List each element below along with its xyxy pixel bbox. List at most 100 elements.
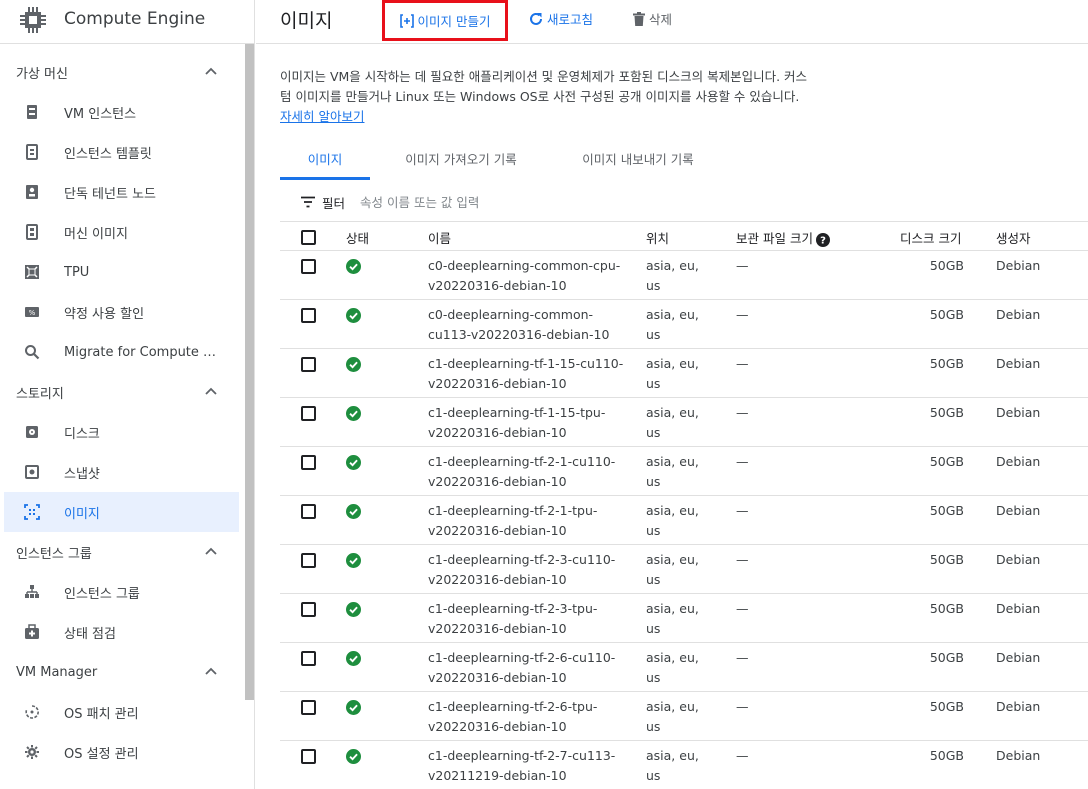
image-location: asia, eu, us	[646, 503, 699, 538]
sidebar-scrollbar[interactable]	[245, 44, 254, 700]
row-checkbox[interactable]	[301, 651, 316, 666]
image-name[interactable]: c1-deeplearning-tf-2-1-tpu-v20220316-deb…	[428, 501, 628, 541]
column-header-name[interactable]: 이름	[428, 228, 451, 247]
sidebar-section-instance-groups[interactable]: 인스턴스 그룹	[0, 532, 245, 572]
column-header-disk-size[interactable]: 디스크 크기	[900, 228, 961, 247]
table-row[interactable]: c1-deeplearning-tf-2-6-cu110-v20220316-d…	[280, 643, 1088, 692]
image-creator: Debian	[996, 699, 1041, 714]
committed-use-discount-icon: %	[25, 307, 39, 317]
image-location: asia, eu, us	[646, 748, 699, 783]
sidebar-section-label: 인스턴스 그룹	[16, 546, 92, 562]
column-header-archive-size[interactable]: 보관 파일 크기?	[736, 228, 830, 247]
image-archive-size: —	[736, 552, 749, 567]
status-ok-icon	[346, 455, 361, 476]
row-checkbox[interactable]	[301, 749, 316, 764]
sidebar-section-storage[interactable]: 스토리지	[0, 372, 245, 412]
image-name[interactable]: c1-deeplearning-tf-2-6-tpu-v20220316-deb…	[428, 697, 628, 737]
table-row[interactable]: c1-deeplearning-tf-2-3-tpu-v20220316-deb…	[280, 594, 1088, 643]
image-location: asia, eu, us	[646, 356, 699, 391]
image-name[interactable]: c1-deeplearning-tf-2-1-cu110-v20220316-d…	[428, 452, 628, 492]
sidebar-item-machine-images[interactable]: 머신 이미지	[0, 212, 245, 252]
sidebar-item-instance-templates[interactable]: 인스턴스 템플릿	[0, 132, 245, 172]
sidebar-item-os-patch[interactable]: OS 패치 관리	[0, 692, 245, 732]
tab-images[interactable]: 이미지	[280, 142, 370, 180]
column-header-status[interactable]: 상태	[346, 228, 369, 247]
table-row[interactable]: c1-deeplearning-tf-1-15-cu110-v20220316-…	[280, 349, 1088, 398]
sidebar-item-label: 단독 테넌트 노드	[64, 186, 156, 202]
row-checkbox[interactable]	[301, 602, 316, 617]
column-header-creator[interactable]: 생성자	[996, 228, 1031, 247]
chevron-up-icon[interactable]	[205, 67, 217, 75]
sidebar-item-disks[interactable]: 디스크	[0, 412, 245, 452]
refresh-button[interactable]: 새로고침	[528, 9, 593, 28]
sidebar-item-committed-use-discounts[interactable]: % 약정 사용 할인	[0, 292, 245, 332]
row-checkbox[interactable]	[301, 308, 316, 323]
column-header-location[interactable]: 위치	[646, 228, 669, 247]
delete-label: 삭제	[649, 12, 673, 27]
learn-more-link[interactable]: 자세히 알아보기	[280, 109, 364, 124]
sole-tenant-node-icon	[26, 185, 38, 199]
sidebar-item-snapshots[interactable]: 스냅샷	[0, 452, 245, 492]
chevron-up-icon[interactable]	[205, 387, 217, 395]
row-checkbox[interactable]	[301, 357, 316, 372]
image-name[interactable]: c1-deeplearning-tf-2-7-cu113-v20211219-d…	[428, 746, 628, 786]
help-icon[interactable]: ?	[815, 232, 830, 247]
row-checkbox[interactable]	[301, 553, 316, 568]
status-ok-icon	[346, 651, 361, 672]
image-name[interactable]: c1-deeplearning-tf-2-6-cu110-v20220316-d…	[428, 648, 628, 688]
table-row[interactable]: c1-deeplearning-tf-2-7-cu113-v20211219-d…	[280, 741, 1088, 789]
filter-icon[interactable]	[301, 196, 315, 208]
sidebar-item-label: TPU	[64, 264, 90, 280]
table-row[interactable]: c1-deeplearning-tf-1-15-tpu-v20220316-de…	[280, 398, 1088, 447]
image-location: asia, eu, us	[646, 650, 699, 685]
sidebar-item-label: 상태 점검	[64, 626, 116, 642]
image-archive-size: —	[736, 601, 749, 616]
sidebar-item-images[interactable]: 이미지	[4, 492, 239, 532]
table-row[interactable]: c1-deeplearning-tf-2-1-cu110-v20220316-d…	[280, 447, 1088, 496]
tab-import-history[interactable]: 이미지 가져오기 기록	[384, 142, 538, 180]
table-row[interactable]: c0-deeplearning-common-cu113-v20220316-d…	[280, 300, 1088, 349]
disk-icon	[26, 426, 38, 438]
sidebar-item-instance-groups[interactable]: 인스턴스 그룹	[0, 572, 245, 612]
refresh-label: 새로고침	[547, 12, 594, 27]
status-ok-icon	[346, 308, 361, 329]
image-name[interactable]: c1-deeplearning-tf-1-15-cu110-v20220316-…	[428, 354, 628, 394]
image-disk-size: 50GB	[929, 748, 964, 763]
row-checkbox[interactable]	[301, 406, 316, 421]
svg-text:?: ?	[820, 235, 826, 246]
create-image-button[interactable]: 이미지 만들기	[382, 0, 508, 41]
image-creator: Debian	[996, 503, 1041, 518]
table-row[interactable]: c1-deeplearning-tf-2-3-cu110-v20220316-d…	[280, 545, 1088, 594]
sidebar-item-os-config[interactable]: OS 설정 관리	[0, 732, 245, 772]
image-name[interactable]: c1-deeplearning-tf-1-15-tpu-v20220316-de…	[428, 403, 628, 443]
chevron-up-icon[interactable]	[205, 667, 217, 675]
table-row[interactable]: c1-deeplearning-tf-2-1-tpu-v20220316-deb…	[280, 496, 1088, 545]
select-all-checkbox[interactable]	[301, 230, 316, 245]
image-disk-size: 50GB	[929, 405, 964, 420]
sidebar-item-label: 스냅샷	[64, 466, 100, 482]
row-checkbox[interactable]	[301, 504, 316, 519]
image-creator: Debian	[996, 748, 1041, 763]
table-row[interactable]: c1-deeplearning-tf-2-6-tpu-v20220316-deb…	[280, 692, 1088, 741]
row-checkbox[interactable]	[301, 700, 316, 715]
image-name[interactable]: c1-deeplearning-tf-2-3-tpu-v20220316-deb…	[428, 599, 628, 639]
trash-icon	[633, 11, 645, 26]
chevron-up-icon[interactable]	[205, 547, 217, 555]
sidebar-section-vm-manager[interactable]: VM Manager	[0, 652, 245, 692]
image-name[interactable]: c0-deeplearning-common-cpu-v20220316-deb…	[428, 256, 628, 296]
table-row[interactable]: c0-deeplearning-common-cpu-v20220316-deb…	[280, 251, 1088, 300]
create-image-label: 이미지 만들기	[417, 14, 491, 29]
sidebar-item-migrate[interactable]: Migrate for Compute Engi...	[0, 332, 245, 372]
image-name[interactable]: c1-deeplearning-tf-2-3-cu110-v20220316-d…	[428, 550, 628, 590]
tab-export-history[interactable]: 이미지 내보내기 기록	[558, 142, 718, 180]
image-name[interactable]: c0-deeplearning-common-cu113-v20220316-d…	[428, 305, 628, 345]
sidebar-item-vm-instances[interactable]: VM 인스턴스	[0, 92, 245, 132]
filter-input[interactable]	[360, 189, 660, 215]
row-checkbox[interactable]	[301, 455, 316, 470]
sidebar-item-health-checks[interactable]: 상태 점검	[0, 612, 245, 652]
sidebar-item-tpu[interactable]: TPU	[0, 252, 245, 292]
row-checkbox[interactable]	[301, 259, 316, 274]
delete-button[interactable]: 삭제	[632, 9, 672, 28]
sidebar-section-vm[interactable]: 가상 머신	[0, 52, 245, 92]
sidebar-item-sole-tenant-nodes[interactable]: 단독 테넌트 노드	[0, 172, 245, 212]
